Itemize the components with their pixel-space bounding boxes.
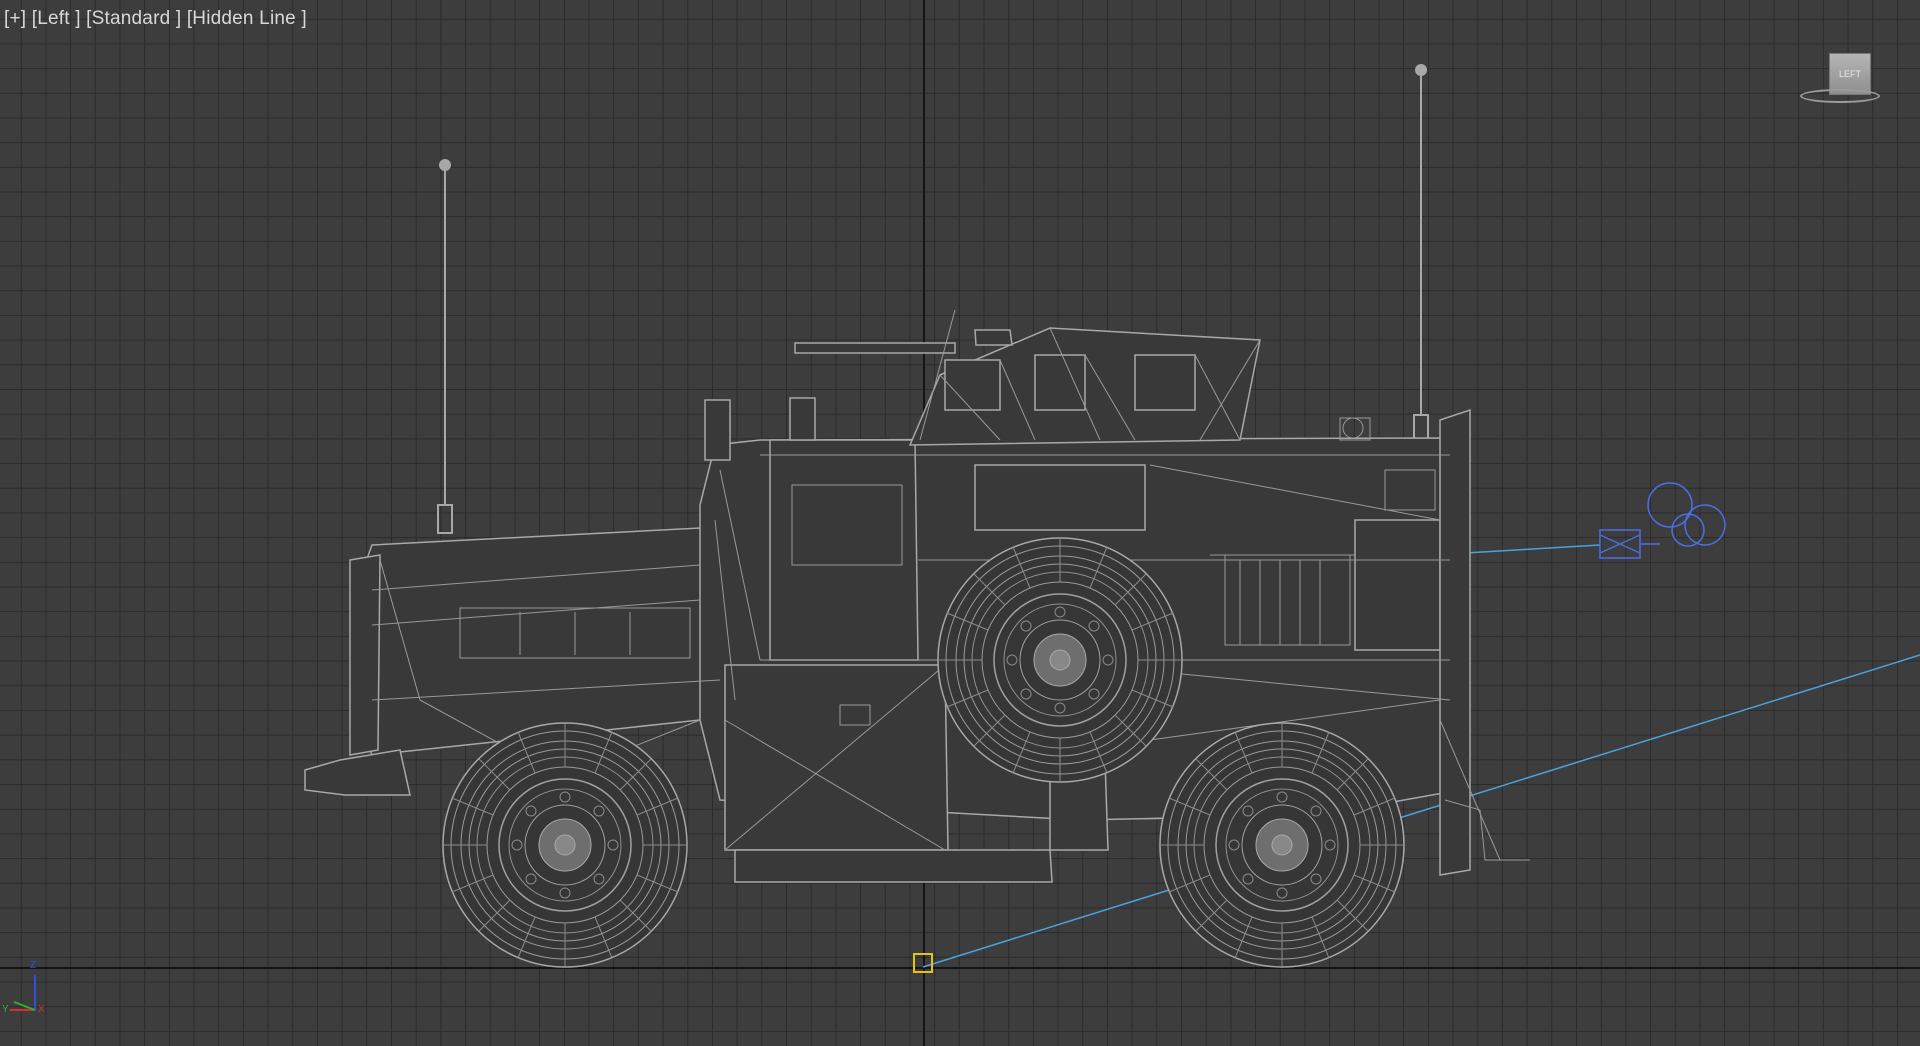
light-direction-line <box>1464 544 1601 554</box>
wheel-rear <box>442 722 688 968</box>
light-object-icon <box>1599 482 1726 559</box>
viewport-shading-menu[interactable]: [Hidden Line ] <box>187 8 307 29</box>
axis-y-label: Y <box>2 1004 9 1015</box>
pivot-icon[interactable] <box>913 953 933 973</box>
vehicle-wireframe-model[interactable] <box>0 0 1920 1046</box>
viewcube-compass-ring[interactable] <box>1800 89 1880 103</box>
viewport-camera-menu[interactable]: [Standard ] <box>86 8 181 29</box>
viewport-left[interactable]: [+] [Left ] [Standard ] [Hidden Line ] L… <box>0 0 1920 1046</box>
axis-z-label: Z <box>30 960 37 971</box>
viewport-label[interactable]: [+] [Left ] [Standard ] [Hidden Line ] <box>4 8 307 30</box>
axis-tripod-labels: Z Y X <box>0 960 60 1020</box>
viewport-view-menu[interactable]: [Left ] <box>32 8 81 29</box>
viewport-menu-plus[interactable]: [+] <box>4 8 26 29</box>
antenna-front <box>1413 64 1429 446</box>
axis-x-label: X <box>38 1004 45 1015</box>
wheel-front <box>1159 722 1405 968</box>
wheel-spare <box>937 537 1183 783</box>
antenna-rear <box>437 159 453 534</box>
viewcube-icon[interactable]: LEFT <box>1800 48 1880 108</box>
